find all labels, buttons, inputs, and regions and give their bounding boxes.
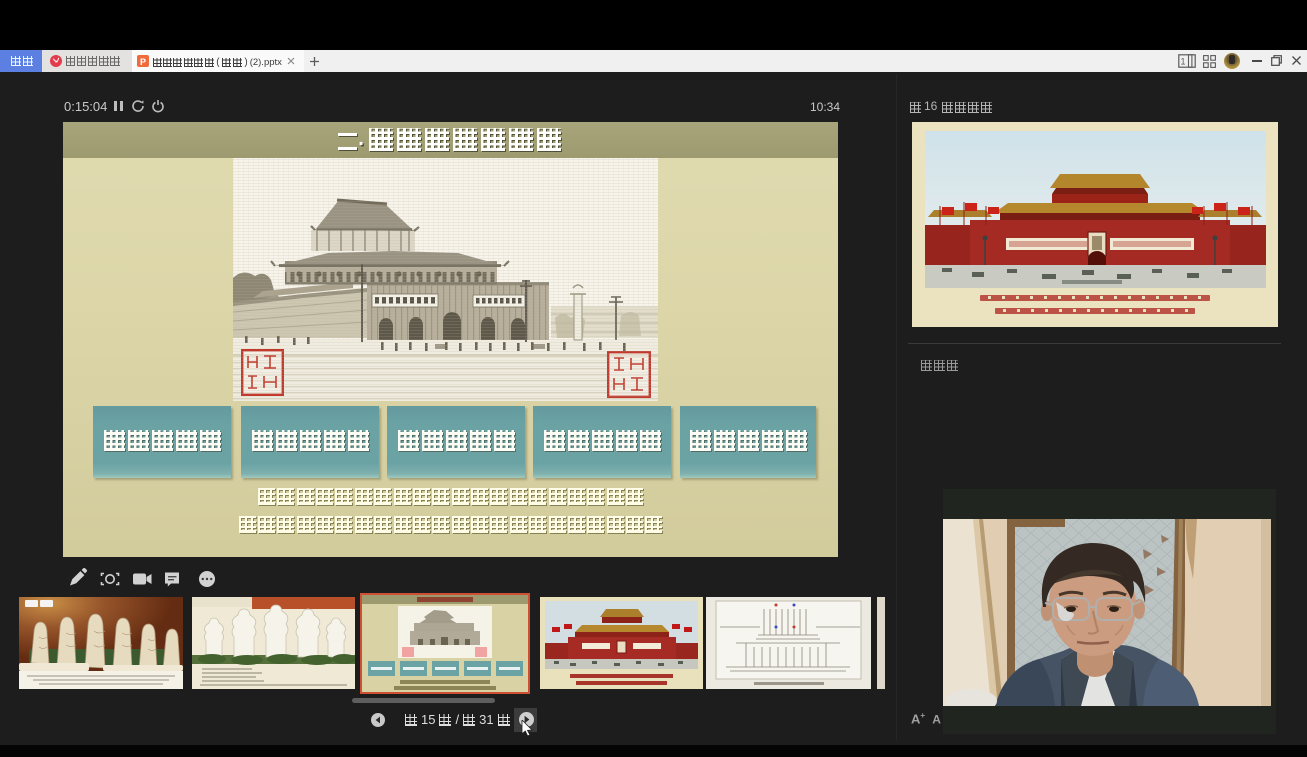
svg-text:1: 1 [1180, 57, 1185, 67]
